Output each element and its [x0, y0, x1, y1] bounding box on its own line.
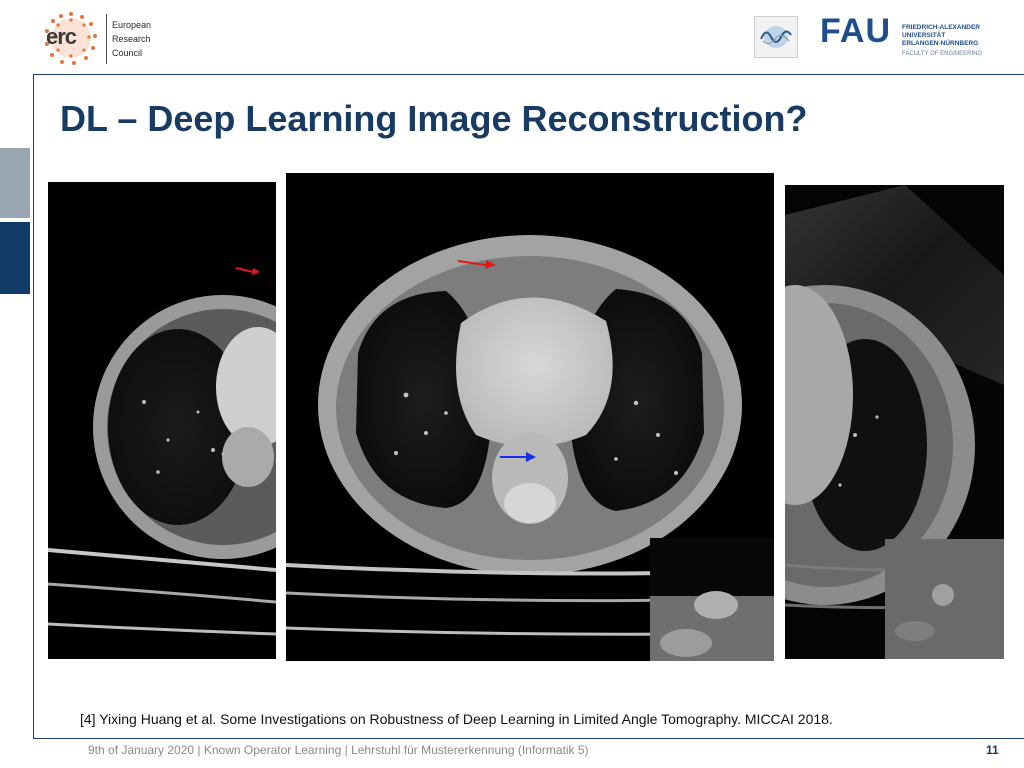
erc-line-2: Research	[112, 34, 151, 44]
header-rule	[33, 74, 1024, 75]
side-tab-dark	[0, 222, 30, 294]
footer-rule	[33, 738, 1024, 739]
erc-divider	[106, 14, 107, 64]
fau-mark: FAU	[820, 12, 891, 50]
ct-scan-left-image	[48, 182, 276, 659]
fau-line-1: FRIEDRICH-ALEXANDER	[902, 24, 980, 31]
ct-scan-center	[286, 173, 774, 661]
footer-text: 9th of January 2020 | Known Operator Lea…	[88, 743, 589, 757]
lme-logo	[754, 16, 798, 58]
fau-wordmark: FRIEDRICH-ALEXANDER UNIVERSITÄT ERLANGEN…	[902, 24, 980, 48]
erc-line-1: European	[112, 20, 152, 30]
erc-wordmark: European Research Council	[112, 18, 151, 60]
erc-logo: erc European Research Council	[40, 8, 170, 68]
side-tab-light	[0, 148, 30, 218]
left-rule	[33, 74, 34, 738]
ct-scan-right	[785, 185, 1004, 659]
erc-mark: erc	[46, 24, 77, 49]
reference-citation: [4] Yixing Huang et al. Some Investigati…	[80, 711, 833, 727]
ct-scan-right-image	[785, 185, 1004, 659]
erc-line-3: Council	[112, 48, 143, 58]
fau-line-3: ERLANGEN-NÜRNBERG	[902, 40, 979, 47]
ct-scan-left	[48, 182, 276, 659]
slide-title: DL – Deep Learning Image Reconstruction?	[60, 98, 808, 139]
fau-logo: FAU FRIEDRICH-ALEXANDER UNIVERSITÄT ERLA…	[820, 10, 1000, 64]
fau-line-2: UNIVERSITÄT	[902, 32, 946, 39]
sine-wave-logo-icon	[760, 26, 792, 48]
ct-scan-center-image	[286, 173, 774, 661]
page-number: 11	[986, 743, 999, 757]
fau-faculty: FACULTY OF ENGINEERING	[902, 51, 983, 57]
